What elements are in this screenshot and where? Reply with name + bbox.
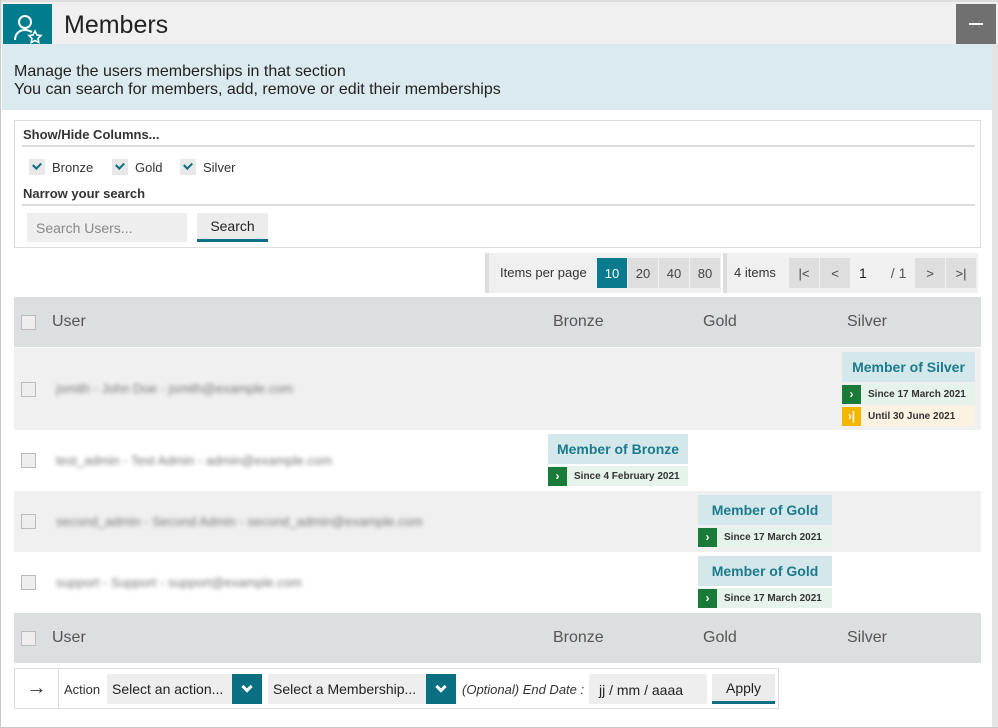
end-date-input[interactable]: jj / mm / aaaa: [589, 674, 707, 704]
footer-gold[interactable]: Gold: [703, 629, 737, 647]
action-label: Action: [64, 682, 101, 697]
chevron-right-icon: ›: [698, 588, 717, 608]
since-text: Since 4 February 2021: [574, 470, 680, 482]
total-pages: / 1: [890, 265, 907, 281]
header-user[interactable]: User: [52, 313, 86, 331]
membership-select-value: Select a Membership...: [273, 681, 417, 697]
page-size-80[interactable]: 80: [690, 258, 720, 288]
prev-page-button[interactable]: <: [820, 258, 850, 288]
page-title: Members: [64, 11, 169, 39]
page-size-selector: Items per page 10 20 40 80: [485, 253, 721, 293]
membership-title: Member of Bronze: [548, 434, 688, 464]
column-toggle-label: Silver: [203, 159, 236, 175]
table-footer: User Bronze Gold Silver: [14, 613, 981, 663]
intro-line-1: Manage the users memberships in that sec…: [14, 63, 346, 80]
chevron-down-icon[interactable]: [426, 674, 456, 704]
gold-membership[interactable]: Member of Gold › Since 17 March 2021: [698, 556, 832, 608]
column-toggle-bronze[interactable]: Bronze: [29, 159, 93, 175]
gold-membership[interactable]: Member of Gold › Since 17 March 2021: [698, 495, 832, 547]
items-count: 4 items: [734, 265, 776, 280]
user-cell[interactable]: jsmith - John Doe - jsmith@example.com: [56, 381, 293, 396]
since-text: Since 17 March 2021: [724, 531, 822, 543]
footer-silver[interactable]: Silver: [847, 629, 887, 647]
intro-line-2: You can search for members, add, remove …: [14, 81, 501, 98]
column-toggle-gold[interactable]: Gold: [112, 159, 162, 175]
column-toggle-silver[interactable]: Silver: [180, 159, 236, 175]
chevron-right-icon: ›: [548, 466, 567, 486]
select-all-checkbox[interactable]: [21, 315, 36, 330]
footer-user[interactable]: User: [52, 629, 86, 647]
action-select-value: Select an action...: [112, 681, 224, 697]
chevron-down-icon[interactable]: [232, 674, 262, 704]
membership-since: › Since 4 February 2021: [548, 466, 688, 486]
footer-bronze[interactable]: Bronze: [553, 629, 604, 647]
select-all-checkbox[interactable]: [21, 631, 36, 646]
checkbox-checked-icon[interactable]: [180, 159, 196, 175]
user-cell[interactable]: support - Support - support@example.com: [56, 575, 302, 590]
page-size-10[interactable]: 10: [597, 258, 627, 288]
row-checkbox[interactable]: [21, 575, 36, 590]
search-button[interactable]: Search: [197, 213, 268, 242]
members-window: Members Manage the users memberships in …: [0, 0, 998, 728]
page-navigation: 4 items |< < 1 / 1 > >|: [723, 253, 978, 293]
table-row: second_admin - Second Admin - second_adm…: [14, 491, 981, 552]
last-page-button[interactable]: >|: [946, 258, 976, 288]
checkbox-checked-icon[interactable]: [29, 159, 45, 175]
checkbox-checked-icon[interactable]: [112, 159, 128, 175]
next-page-button[interactable]: >: [915, 258, 945, 288]
row-checkbox[interactable]: [21, 514, 36, 529]
apply-button[interactable]: Apply: [712, 674, 775, 704]
membership-title: Member of Gold: [698, 495, 832, 525]
membership-title: Member of Gold: [698, 556, 832, 586]
bronze-membership[interactable]: Member of Bronze › Since 4 February 2021: [548, 434, 688, 486]
minimize-button[interactable]: [956, 4, 996, 44]
end-date-label: (Optional) End Date :: [462, 682, 585, 697]
table-row: jsmith - John Doe - jsmith@example.com M…: [14, 348, 981, 430]
row-checkbox[interactable]: [21, 453, 36, 468]
columns-title: Show/Hide Columns...: [23, 127, 160, 142]
row-checkbox[interactable]: [21, 382, 36, 397]
skip-forward-icon: ›|: [842, 406, 861, 426]
column-toggle-label: Bronze: [52, 159, 94, 175]
action-select[interactable]: Select an action...: [107, 674, 262, 704]
membership-since: › Since 17 March 2021: [698, 527, 832, 547]
chevron-right-icon: ›: [842, 384, 861, 404]
since-text: Since 17 March 2021: [724, 592, 822, 604]
bulk-actions-bar: → Action Select an action... Select a Me…: [14, 668, 779, 709]
user-cell[interactable]: test_admin - Test Admin - admin@example.…: [56, 453, 332, 468]
membership-since: › Since 17 March 2021: [698, 588, 832, 608]
column-toggle-label: Gold: [135, 159, 163, 175]
table-header: User Bronze Gold Silver: [14, 297, 981, 347]
search-input[interactable]: [27, 213, 187, 242]
current-page-input[interactable]: 1 / 1: [851, 258, 913, 288]
divider: [22, 145, 975, 147]
page-size-20[interactable]: 20: [628, 258, 658, 288]
table-row: test_admin - Test Admin - admin@example.…: [14, 430, 981, 491]
header-bar: Members: [1, 0, 998, 53]
header-gold[interactable]: Gold: [703, 313, 737, 331]
table-row: support - Support - support@example.com …: [14, 552, 981, 613]
silver-membership[interactable]: Member of Silver › Since 17 March 2021 ›|…: [842, 352, 975, 426]
header-bronze[interactable]: Bronze: [553, 313, 604, 331]
intro-text: Manage the users memberships in that sec…: [2, 44, 992, 110]
first-page-button[interactable]: |<: [789, 258, 819, 288]
items-per-page-label: Items per page: [500, 265, 587, 280]
arrow-right-icon: →: [15, 669, 59, 708]
page-size-40[interactable]: 40: [659, 258, 689, 288]
user-cell[interactable]: second_admin - Second Admin - second_adm…: [56, 514, 423, 529]
search-title: Narrow your search: [23, 186, 146, 201]
minimize-icon: [969, 23, 983, 25]
filters-panel: Show/Hide Columns... Bronze Gold Silver …: [14, 120, 981, 248]
scrollbar[interactable]: [992, 44, 998, 727]
current-page: 1: [859, 265, 867, 281]
since-text: Since 17 March 2021: [868, 388, 966, 400]
header-silver[interactable]: Silver: [847, 313, 887, 331]
divider: [22, 204, 975, 206]
membership-until: ›| Until 30 June 2021: [842, 406, 975, 426]
membership-since: › Since 17 March 2021: [842, 384, 975, 404]
chevron-right-icon: ›: [698, 527, 717, 547]
until-text: Until 30 June 2021: [868, 410, 956, 422]
membership-select[interactable]: Select a Membership...: [268, 674, 456, 704]
membership-title: Member of Silver: [842, 352, 975, 382]
